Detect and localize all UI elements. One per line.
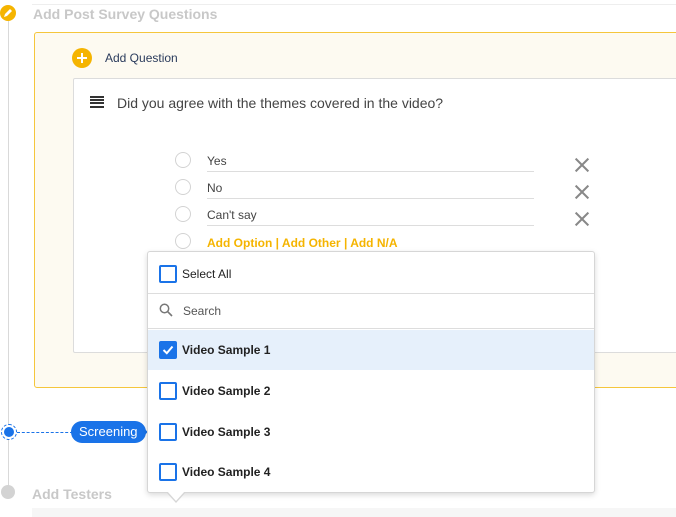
list-item[interactable]: Video Sample 2 xyxy=(182,384,270,398)
dropdown-divider xyxy=(148,328,594,329)
video-checkbox[interactable] xyxy=(159,423,177,441)
add-testers-step-title[interactable]: Add Testers xyxy=(32,486,112,502)
add-testers-step-dot[interactable] xyxy=(1,485,15,499)
post-survey-step-title: Add Post Survey Questions xyxy=(33,6,218,22)
list-item[interactable]: Video Sample 4 xyxy=(182,465,270,479)
option-underline xyxy=(207,171,534,172)
list-item[interactable]: Video Sample 1 xyxy=(182,343,270,357)
option-label[interactable]: Can't say xyxy=(207,208,257,222)
action-separator: | xyxy=(275,236,280,250)
option-label[interactable]: Yes xyxy=(207,154,227,168)
dropdown-pointer-fill xyxy=(167,491,185,501)
new-option-radio xyxy=(175,233,191,249)
screening-connector xyxy=(17,432,73,433)
option-label[interactable]: No xyxy=(207,181,222,195)
dropdown-divider xyxy=(148,293,594,294)
timeline-line xyxy=(8,18,9,488)
question-text[interactable]: Did you agree with the themes covered in… xyxy=(117,95,443,111)
checkmark-icon xyxy=(162,345,174,355)
video-select-dropdown xyxy=(147,251,595,493)
select-all-label[interactable]: Select All xyxy=(182,267,231,281)
add-option-link[interactable]: Add Option xyxy=(207,236,272,250)
option-underline xyxy=(207,198,534,199)
screening-step-dot[interactable] xyxy=(1,424,17,440)
remove-option-icon[interactable] xyxy=(574,157,590,173)
add-question-plus-icon[interactable] xyxy=(72,48,92,68)
video-checkbox-checked[interactable] xyxy=(159,341,177,359)
pencil-icon[interactable] xyxy=(0,5,16,21)
video-checkbox[interactable] xyxy=(159,463,177,481)
option-radio[interactable] xyxy=(175,152,191,168)
list-item[interactable]: Video Sample 3 xyxy=(182,425,270,439)
text-lines-icon xyxy=(90,96,104,108)
search-input[interactable]: Search xyxy=(183,304,221,318)
action-separator: | xyxy=(343,236,348,250)
remove-option-icon[interactable] xyxy=(574,211,590,227)
add-other-link[interactable]: Add Other xyxy=(282,236,341,250)
select-all-checkbox[interactable] xyxy=(159,265,177,283)
video-checkbox[interactable] xyxy=(159,382,177,400)
screening-step-button[interactable]: Screening xyxy=(71,421,146,443)
add-question-button[interactable]: Add Question xyxy=(105,51,178,65)
add-na-link[interactable]: Add N/A xyxy=(350,236,397,250)
remove-option-icon[interactable] xyxy=(574,184,590,200)
search-icon xyxy=(159,303,173,317)
option-radio[interactable] xyxy=(175,179,191,195)
option-radio[interactable] xyxy=(175,206,191,222)
add-testers-band xyxy=(32,508,676,517)
option-underline xyxy=(207,225,534,226)
top-divider xyxy=(32,4,676,5)
add-option-actions: Add Option | Add Other | Add N/A xyxy=(207,236,398,250)
